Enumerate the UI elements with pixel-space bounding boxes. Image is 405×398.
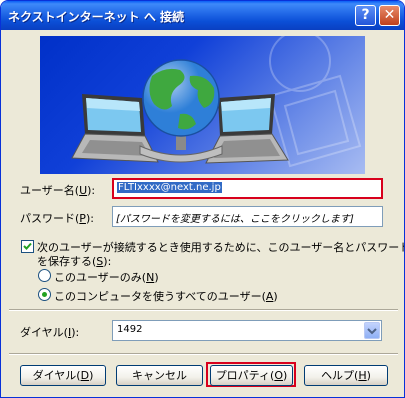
network-illustration-icon bbox=[71, 36, 362, 168]
close-button[interactable]: ✕ bbox=[379, 5, 400, 26]
title-bar[interactable]: ネクストインターネット へ 接続 ? ✕ bbox=[1, 1, 404, 30]
globe-icon bbox=[142, 59, 220, 137]
radio-all-users[interactable] bbox=[38, 288, 51, 301]
checkmark-icon bbox=[23, 242, 32, 250]
dial-button[interactable]: ダイヤル(D) bbox=[20, 365, 106, 386]
question-icon: ? bbox=[361, 7, 370, 23]
radio-this-user-only[interactable] bbox=[38, 269, 51, 282]
password-placeholder: [パスワードを変更するには、ここをクリックします] bbox=[116, 214, 354, 225]
username-field[interactable]: FLTIxxxx@next.ne.jp bbox=[112, 178, 383, 199]
window-title: ネクストインターネット へ 接続 bbox=[8, 10, 184, 24]
radio-selected-dot bbox=[42, 292, 47, 297]
dialog-window: ネクストインターネット へ 接続 ? ✕ ユーザー名(U): FLTIxxxx@… bbox=[0, 0, 405, 398]
chevron-down-icon bbox=[367, 328, 377, 335]
close-icon: ✕ bbox=[383, 7, 396, 23]
help-button[interactable]: ヘルプ(H) bbox=[304, 365, 388, 386]
connection-banner bbox=[40, 36, 365, 174]
username-value: FLTIxxxx@next.ne.jp bbox=[117, 182, 222, 193]
dial-number-select[interactable]: 1492 bbox=[112, 320, 382, 341]
separator bbox=[9, 309, 398, 311]
properties-button[interactable]: プロパティ(O) bbox=[210, 365, 293, 386]
radio-all-users-label: このコンピュータを使うすべてのユーザー(A) bbox=[54, 290, 278, 303]
help-title-button[interactable]: ? bbox=[355, 5, 376, 26]
dial-number-value: 1492 bbox=[117, 324, 143, 335]
dropdown-button[interactable] bbox=[364, 322, 380, 339]
username-label: ユーザー名(U): bbox=[20, 184, 96, 197]
separator bbox=[9, 353, 398, 355]
radio-this-user-only-label: このユーザーのみ(N) bbox=[54, 271, 159, 284]
save-credentials-label-line2: を保存する(S): bbox=[37, 255, 112, 268]
save-credentials-checkbox[interactable] bbox=[21, 240, 34, 253]
cancel-button[interactable]: キャンセル bbox=[116, 365, 203, 386]
password-field[interactable]: [パスワードを変更するには、ここをクリックします] bbox=[112, 206, 383, 227]
dial-label: ダイヤル(I): bbox=[20, 326, 80, 339]
password-label: パスワード(P): bbox=[20, 212, 94, 225]
